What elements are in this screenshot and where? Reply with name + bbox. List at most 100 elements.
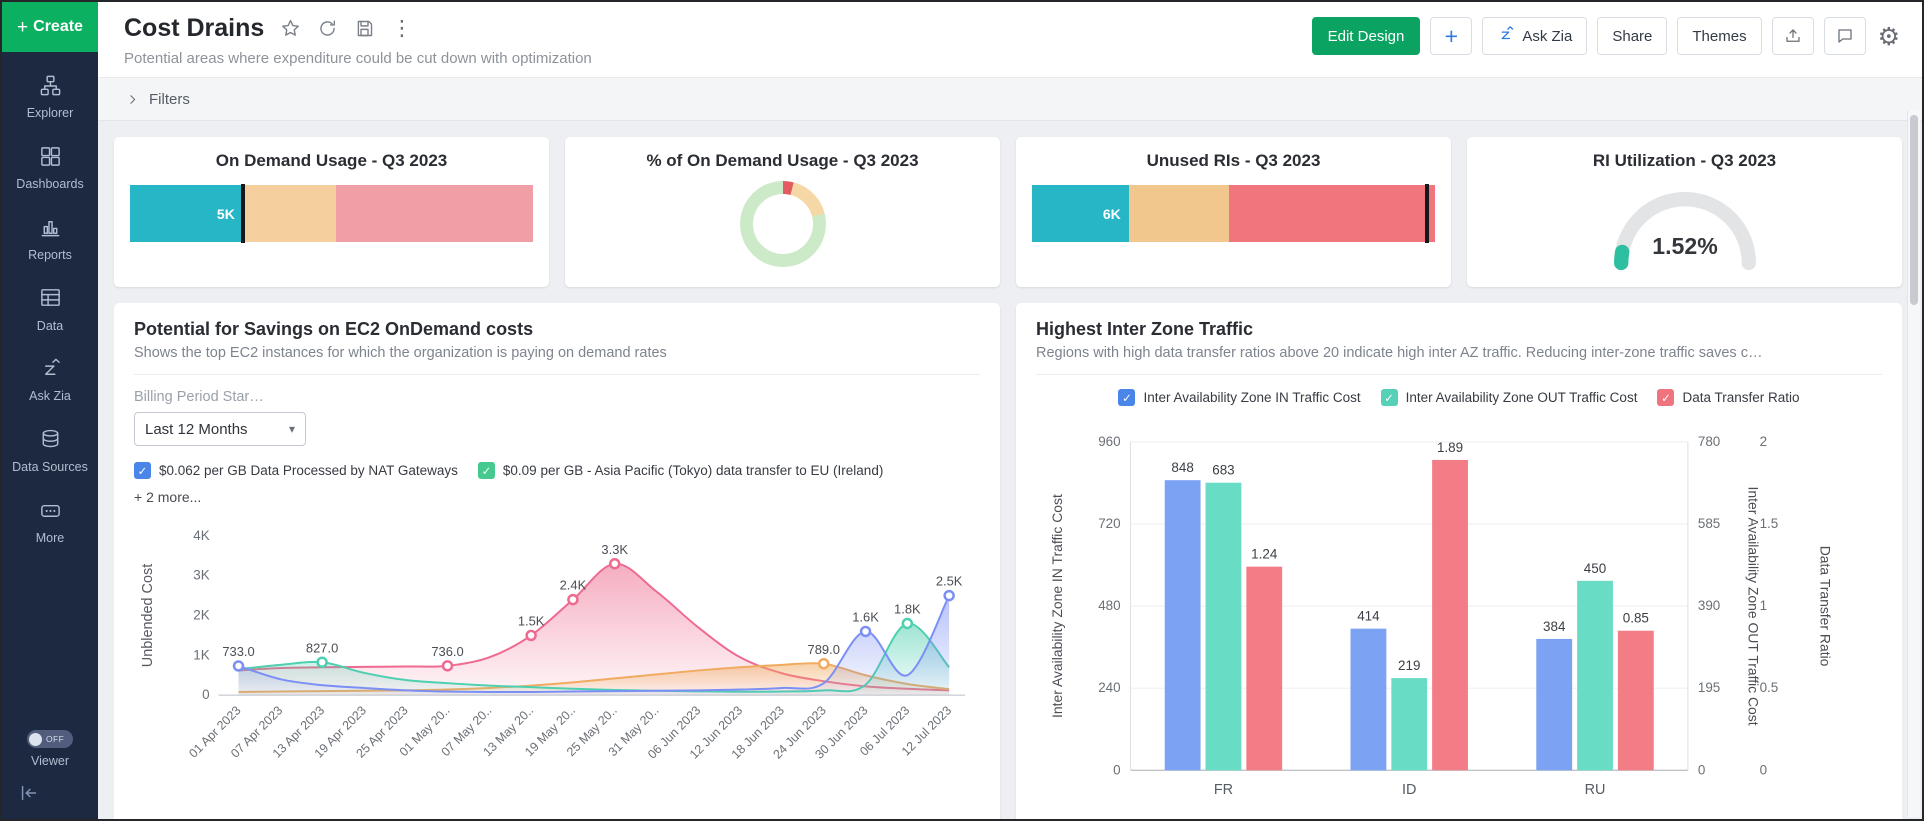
- scrollbar[interactable]: [1907, 110, 1920, 817]
- legend-item[interactable]: ✓ $0.09 per GB - Asia Pacific (Tokyo) da…: [478, 462, 883, 479]
- collapse-sidebar-button[interactable]: [2, 772, 40, 819]
- bar-segment: [1229, 185, 1435, 242]
- chart-legend: ✓ Inter Availability Zone IN Traffic Cos…: [1036, 389, 1882, 406]
- dashboard-content: On Demand Usage - Q3 2023 5K % of On Dem…: [98, 121, 1922, 819]
- legend-item[interactable]: ✓ Inter Availability Zone OUT Traffic Co…: [1381, 389, 1638, 406]
- svg-text:683: 683: [1212, 463, 1234, 478]
- svg-text:780: 780: [1698, 434, 1720, 449]
- stacked-bar-chart[interactable]: 5K: [130, 185, 533, 242]
- svg-text:414: 414: [1357, 609, 1380, 624]
- svg-text:2: 2: [1760, 434, 1767, 449]
- svg-text:RU: RU: [1585, 782, 1606, 798]
- legend-checkbox-icon[interactable]: ✓: [478, 462, 495, 479]
- sidebar-item-more[interactable]: More: [2, 487, 98, 558]
- area-chart[interactable]: 01K2K3K4KUnblended Cost01 Apr 202307 Apr…: [134, 511, 980, 775]
- billing-period-select[interactable]: Last 12 Months ▾: [134, 412, 306, 446]
- save-icon: [354, 18, 375, 39]
- svg-text:736.0: 736.0: [431, 644, 463, 659]
- main-area: Cost Drains ⋮ Potential areas where expe…: [98, 2, 1922, 819]
- kebab-icon: ⋮: [391, 18, 412, 39]
- svg-text:827.0: 827.0: [306, 640, 338, 655]
- plus-icon: +: [1445, 25, 1458, 48]
- svg-text:0: 0: [1760, 762, 1767, 777]
- filters-label: Filters: [149, 91, 190, 108]
- legend-item[interactable]: ✓ Inter Availability Zone IN Traffic Cos…: [1118, 389, 1360, 406]
- panel-inter-zone-traffic: Highest Inter Zone Traffic Regions with …: [1016, 303, 1902, 819]
- stacked-bar-chart[interactable]: 6K: [1032, 185, 1435, 242]
- legend-checkbox-icon[interactable]: ✓: [134, 462, 151, 479]
- reports-icon: [39, 216, 62, 242]
- donut-chart[interactable]: [740, 181, 826, 267]
- sidebar-item-dashboards[interactable]: Dashboards: [2, 133, 98, 204]
- filters-bar[interactable]: Filters: [98, 77, 1922, 121]
- kpi-title: On Demand Usage - Q3 2023: [216, 151, 447, 171]
- svg-text:4K: 4K: [193, 528, 209, 543]
- sidebar-item-label: Ask Zia: [29, 389, 71, 403]
- comments-button[interactable]: [1824, 17, 1866, 55]
- svg-text:Inter Availability Zone OUT Tr: Inter Availability Zone OUT Traffic Cost: [1746, 487, 1762, 726]
- settings-button[interactable]: ⚙: [1876, 22, 1902, 51]
- legend-label: $0.062 per GB Data Processed by NAT Gate…: [159, 463, 458, 478]
- target-marker: [241, 184, 245, 243]
- comment-icon: [1836, 27, 1854, 45]
- scrollbar-thumb[interactable]: [1910, 115, 1918, 305]
- kpi-card-unused-ris[interactable]: Unused RIs - Q3 2023 6K: [1016, 137, 1451, 287]
- svg-text:240: 240: [1098, 680, 1120, 695]
- panel-subtitle: Regions with high data transfer ratios a…: [1036, 345, 1882, 375]
- panel-row: Potential for Savings on EC2 OnDemand co…: [114, 303, 1902, 819]
- sidebar-item-ask-zia[interactable]: Ask Zia: [2, 345, 98, 416]
- sidebar-item-label: Dashboards: [16, 177, 83, 191]
- kpi-title: Unused RIs - Q3 2023: [1147, 151, 1321, 171]
- filter-controls: Billing Period Star… Last 12 Months ▾: [134, 389, 980, 446]
- svg-text:3K: 3K: [193, 568, 209, 583]
- ask-zia-button[interactable]: Ask Zia: [1482, 17, 1587, 55]
- app-window: + Create Explorer Dashboards Reports Dat…: [0, 0, 1924, 821]
- svg-text:450: 450: [1584, 561, 1606, 576]
- legend-more-link[interactable]: + 2 more...: [134, 489, 980, 505]
- chart-legend: ✓ $0.062 per GB Data Processed by NAT Ga…: [134, 462, 980, 479]
- sidebar-item-reports[interactable]: Reports: [2, 204, 98, 275]
- kpi-card-on-demand-usage[interactable]: On Demand Usage - Q3 2023 5K: [114, 137, 549, 287]
- kpi-row: On Demand Usage - Q3 2023 5K % of On Dem…: [114, 137, 1902, 287]
- edit-design-button[interactable]: Edit Design: [1312, 17, 1421, 55]
- svg-text:960: 960: [1098, 434, 1120, 449]
- sidebar-item-data-sources[interactable]: Data Sources: [2, 416, 98, 487]
- legend-checkbox-icon[interactable]: ✓: [1381, 389, 1398, 406]
- kpi-card-pct-on-demand-usage[interactable]: % of On Demand Usage - Q3 2023: [565, 137, 1000, 287]
- svg-text:Data Transfer Ratio: Data Transfer Ratio: [1817, 546, 1833, 667]
- legend-checkbox-icon[interactable]: ✓: [1118, 389, 1135, 406]
- share-button[interactable]: Share: [1597, 17, 1667, 55]
- viewer-label: Viewer: [31, 754, 69, 768]
- export-button[interactable]: [1772, 17, 1814, 55]
- themes-button[interactable]: Themes: [1677, 17, 1761, 55]
- svg-text:2.5K: 2.5K: [936, 574, 963, 589]
- svg-text:1.6K: 1.6K: [852, 609, 879, 624]
- save-button[interactable]: [354, 18, 375, 39]
- zia-icon: [39, 357, 62, 383]
- svg-text:0: 0: [1698, 762, 1705, 777]
- kpi-title: RI Utilization - Q3 2023: [1593, 151, 1776, 171]
- kpi-card-ri-utilization[interactable]: RI Utilization - Q3 2023 1.52%: [1467, 137, 1902, 287]
- svg-text:789.0: 789.0: [808, 642, 840, 657]
- legend-item[interactable]: ✓ $0.062 per GB Data Processed by NAT Ga…: [134, 462, 458, 479]
- zia-icon: [1497, 25, 1515, 47]
- create-button[interactable]: + Create: [2, 2, 98, 52]
- viewer-off-toggle[interactable]: OFF: [27, 730, 73, 748]
- add-button[interactable]: +: [1430, 17, 1472, 55]
- create-label: Create: [33, 18, 83, 36]
- sidebar-item-data[interactable]: Data: [2, 274, 98, 345]
- svg-text:0.85: 0.85: [1623, 611, 1649, 626]
- refresh-button[interactable]: [317, 18, 338, 39]
- legend-checkbox-icon[interactable]: ✓: [1657, 389, 1674, 406]
- explorer-icon: [39, 74, 62, 100]
- sidebar-item-explorer[interactable]: Explorer: [2, 62, 98, 133]
- favorite-button[interactable]: [280, 18, 301, 39]
- more-icon: [39, 499, 62, 525]
- sidebar-nav: Explorer Dashboards Reports Data Ask Zia…: [2, 52, 98, 557]
- gauge-chart[interactable]: 1.52%: [1597, 175, 1773, 276]
- grouped-bar-chart[interactable]: 0240480720960019539058578000.511.52Inter…: [1036, 412, 1882, 819]
- legend-label: Inter Availability Zone OUT Traffic Cost: [1406, 390, 1638, 405]
- svg-text:585: 585: [1698, 516, 1720, 531]
- legend-item[interactable]: ✓ Data Transfer Ratio: [1657, 389, 1799, 406]
- more-options-button[interactable]: ⋮: [391, 18, 412, 39]
